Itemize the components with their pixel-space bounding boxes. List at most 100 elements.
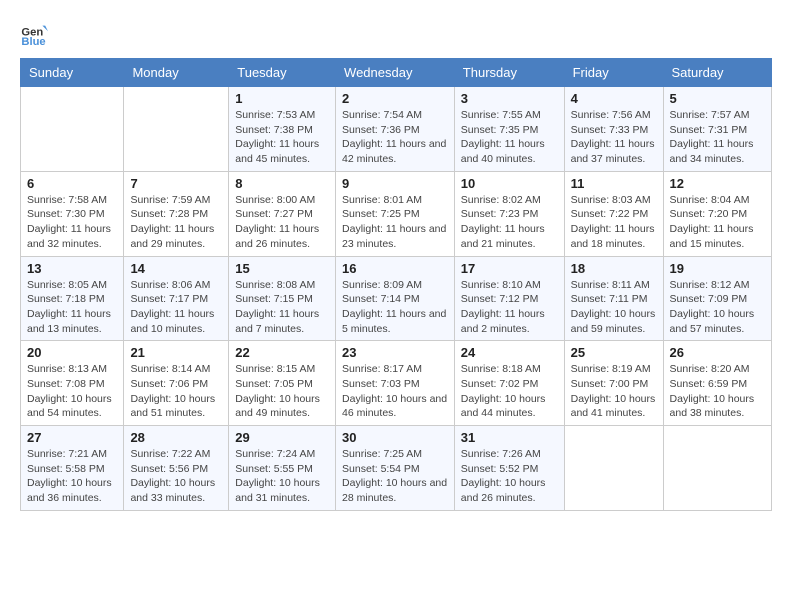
sunset-text: Sunset: 7:25 PM — [342, 207, 448, 222]
calendar-cell: 5Sunrise: 7:57 AMSunset: 7:31 PMDaylight… — [663, 87, 771, 172]
sunset-text: Sunset: 7:05 PM — [235, 377, 329, 392]
calendar-week-2: 6Sunrise: 7:58 AMSunset: 7:30 PMDaylight… — [21, 171, 772, 256]
day-number: 30 — [342, 430, 448, 445]
sunset-text: Sunset: 7:23 PM — [461, 207, 558, 222]
sunrise-text: Sunrise: 7:57 AM — [670, 108, 765, 123]
calendar-cell — [21, 87, 124, 172]
calendar-cell: 29Sunrise: 7:24 AMSunset: 5:55 PMDayligh… — [229, 426, 336, 511]
sunset-text: Sunset: 7:14 PM — [342, 292, 448, 307]
daylight-text: Daylight: 10 hours and 31 minutes. — [235, 476, 329, 505]
daylight-text: Daylight: 10 hours and 41 minutes. — [571, 392, 657, 421]
day-info: Sunrise: 8:11 AMSunset: 7:11 PMDaylight:… — [571, 278, 657, 337]
day-info: Sunrise: 8:05 AMSunset: 7:18 PMDaylight:… — [27, 278, 117, 337]
sunset-text: Sunset: 6:59 PM — [670, 377, 765, 392]
day-number: 25 — [571, 345, 657, 360]
day-info: Sunrise: 8:13 AMSunset: 7:08 PMDaylight:… — [27, 362, 117, 421]
sunrise-text: Sunrise: 8:12 AM — [670, 278, 765, 293]
sunrise-text: Sunrise: 8:08 AM — [235, 278, 329, 293]
day-number: 18 — [571, 261, 657, 276]
sunrise-text: Sunrise: 7:21 AM — [27, 447, 117, 462]
sunset-text: Sunset: 7:36 PM — [342, 123, 448, 138]
sunrise-text: Sunrise: 7:26 AM — [461, 447, 558, 462]
day-info: Sunrise: 8:04 AMSunset: 7:20 PMDaylight:… — [670, 193, 765, 252]
sunrise-text: Sunrise: 8:09 AM — [342, 278, 448, 293]
day-info: Sunrise: 7:22 AMSunset: 5:56 PMDaylight:… — [130, 447, 222, 506]
day-number: 21 — [130, 345, 222, 360]
sunrise-text: Sunrise: 8:00 AM — [235, 193, 329, 208]
calendar-cell: 2Sunrise: 7:54 AMSunset: 7:36 PMDaylight… — [336, 87, 455, 172]
calendar-cell — [564, 426, 663, 511]
sunset-text: Sunset: 7:00 PM — [571, 377, 657, 392]
sunset-text: Sunset: 7:33 PM — [571, 123, 657, 138]
sunrise-text: Sunrise: 7:55 AM — [461, 108, 558, 123]
calendar-cell: 17Sunrise: 8:10 AMSunset: 7:12 PMDayligh… — [454, 256, 564, 341]
calendar-cell: 26Sunrise: 8:20 AMSunset: 6:59 PMDayligh… — [663, 341, 771, 426]
day-info: Sunrise: 8:02 AMSunset: 7:23 PMDaylight:… — [461, 193, 558, 252]
day-number: 4 — [571, 91, 657, 106]
header-day-friday: Friday — [564, 59, 663, 87]
daylight-text: Daylight: 10 hours and 28 minutes. — [342, 476, 448, 505]
day-number: 19 — [670, 261, 765, 276]
calendar-cell: 12Sunrise: 8:04 AMSunset: 7:20 PMDayligh… — [663, 171, 771, 256]
day-info: Sunrise: 8:18 AMSunset: 7:02 PMDaylight:… — [461, 362, 558, 421]
day-number: 8 — [235, 176, 329, 191]
sunset-text: Sunset: 7:38 PM — [235, 123, 329, 138]
calendar-cell: 31Sunrise: 7:26 AMSunset: 5:52 PMDayligh… — [454, 426, 564, 511]
daylight-text: Daylight: 10 hours and 36 minutes. — [27, 476, 117, 505]
day-info: Sunrise: 8:10 AMSunset: 7:12 PMDaylight:… — [461, 278, 558, 337]
daylight-text: Daylight: 10 hours and 46 minutes. — [342, 392, 448, 421]
calendar-cell: 4Sunrise: 7:56 AMSunset: 7:33 PMDaylight… — [564, 87, 663, 172]
sunrise-text: Sunrise: 7:22 AM — [130, 447, 222, 462]
calendar-cell: 18 Sunrise: 8:11 AMSunset: 7:11 PMDayligh… — [564, 256, 663, 341]
sunset-text: Sunset: 7:03 PM — [342, 377, 448, 392]
daylight-text: Daylight: 10 hours and 57 minutes. — [670, 307, 765, 336]
sunrise-text: Sunrise: 8:14 AM — [130, 362, 222, 377]
daylight-text: Daylight: 10 hours and 33 minutes. — [130, 476, 222, 505]
daylight-text: Daylight: 11 hours and 15 minutes. — [670, 222, 765, 251]
calendar-cell: 24Sunrise: 8:18 AMSunset: 7:02 PMDayligh… — [454, 341, 564, 426]
sunrise-text: Sunrise: 8:03 AM — [571, 193, 657, 208]
day-number: 11 — [571, 176, 657, 191]
day-info: Sunrise: 8:06 AMSunset: 7:17 PMDaylight:… — [130, 278, 222, 337]
calendar-cell: 16Sunrise: 8:09 AMSunset: 7:14 PMDayligh… — [336, 256, 455, 341]
day-info: Sunrise: 8:12 AMSunset: 7:09 PMDaylight:… — [670, 278, 765, 337]
day-info: Sunrise: 7:54 AMSunset: 7:36 PMDaylight:… — [342, 108, 448, 167]
daylight-text: Daylight: 11 hours and 2 minutes. — [461, 307, 558, 336]
daylight-text: Daylight: 11 hours and 23 minutes. — [342, 222, 448, 251]
day-info: Sunrise: 8:08 AMSunset: 7:15 PMDaylight:… — [235, 278, 329, 337]
sunset-text: Sunset: 7:06 PM — [130, 377, 222, 392]
day-info: Sunrise: 8:01 AMSunset: 7:25 PMDaylight:… — [342, 193, 448, 252]
day-number: 14 — [130, 261, 222, 276]
calendar-body: 1Sunrise: 7:53 AMSunset: 7:38 PMDaylight… — [21, 87, 772, 511]
day-info: Sunrise: 8:00 AMSunset: 7:27 PMDaylight:… — [235, 193, 329, 252]
calendar-cell: 7Sunrise: 7:59 AMSunset: 7:28 PMDaylight… — [124, 171, 229, 256]
sunrise-text: Sunrise: 7:53 AM — [235, 108, 329, 123]
calendar-cell: 20Sunrise: 8:13 AMSunset: 7:08 PMDayligh… — [21, 341, 124, 426]
daylight-text: Daylight: 10 hours and 54 minutes. — [27, 392, 117, 421]
day-number: 1 — [235, 91, 329, 106]
sunset-text: Sunset: 7:20 PM — [670, 207, 765, 222]
day-info: Sunrise: 8:09 AMSunset: 7:14 PMDaylight:… — [342, 278, 448, 337]
sunset-text: Sunset: 7:09 PM — [670, 292, 765, 307]
calendar-week-5: 27Sunrise: 7:21 AMSunset: 5:58 PMDayligh… — [21, 426, 772, 511]
sunset-text: Sunset: 7:17 PM — [130, 292, 222, 307]
day-number: 3 — [461, 91, 558, 106]
daylight-text: Daylight: 11 hours and 18 minutes. — [571, 222, 657, 251]
calendar-cell: 13 Sunrise: 8:05 AMSunset: 7:18 PMDayligh… — [21, 256, 124, 341]
calendar-cell: 3Sunrise: 7:55 AMSunset: 7:35 PMDaylight… — [454, 87, 564, 172]
sunset-text: Sunset: 7:27 PM — [235, 207, 329, 222]
sunrise-text: Sunrise: 8:15 AM — [235, 362, 329, 377]
calendar-cell: 6Sunrise: 7:58 AMSunset: 7:30 PMDaylight… — [21, 171, 124, 256]
day-number: 13 — [27, 261, 117, 276]
daylight-text: Daylight: 11 hours and 10 minutes. — [130, 307, 222, 336]
day-info: Sunrise: 7:53 AMSunset: 7:38 PMDaylight:… — [235, 108, 329, 167]
calendar-cell: 10Sunrise: 8:02 AMSunset: 7:23 PMDayligh… — [454, 171, 564, 256]
day-number: 9 — [342, 176, 448, 191]
sunset-text: Sunset: 5:52 PM — [461, 462, 558, 477]
day-info: Sunrise: 8:19 AMSunset: 7:00 PMDaylight:… — [571, 362, 657, 421]
day-number: 28 — [130, 430, 222, 445]
daylight-text: Daylight: 11 hours and 40 minutes. — [461, 137, 558, 166]
sunrise-text: Sunrise: 8:20 AM — [670, 362, 765, 377]
daylight-text: Daylight: 10 hours and 49 minutes. — [235, 392, 329, 421]
calendar-cell: 11Sunrise: 8:03 AMSunset: 7:22 PMDayligh… — [564, 171, 663, 256]
